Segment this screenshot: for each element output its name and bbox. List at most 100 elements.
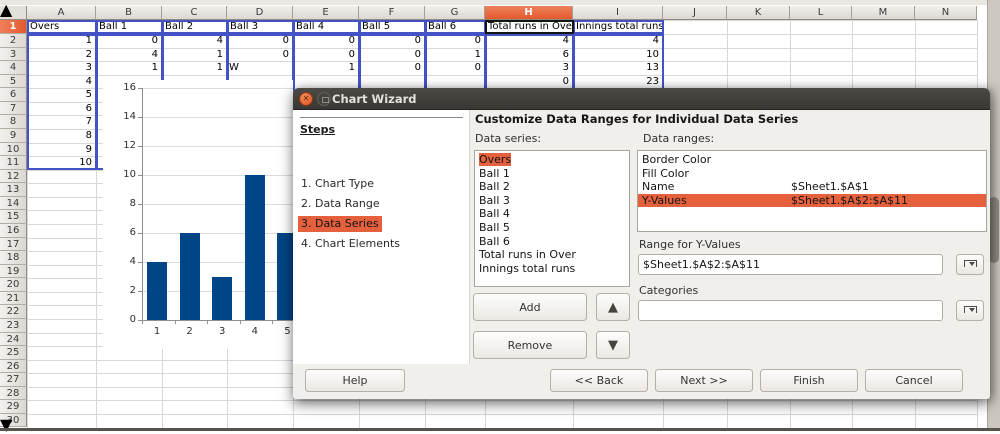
move-down-button[interactable]: ▼ [596,331,630,359]
data-ranges-listbox[interactable]: Border ColorFill ColorName$Sheet1.$A$1Y-… [637,150,987,232]
cell-D1[interactable]: Ball 3 [227,20,294,34]
cell-F2[interactable]: 0 [361,35,421,47]
series-item[interactable]: Ball 1 [475,167,629,181]
cell-H2[interactable]: 4 [487,35,569,47]
row-header-11[interactable]: 11 [0,156,27,170]
cell-A1[interactable]: Overs [27,20,97,34]
cell-H5[interactable]: 0 [487,76,569,88]
range-item[interactable]: Fill Color [638,167,986,181]
cell-E4[interactable]: 1 [295,62,355,74]
row-header-12[interactable]: 12 [0,170,27,184]
series-item[interactable]: Overs [475,153,629,167]
row-header-16[interactable]: 16 [0,224,27,238]
remove-button[interactable]: Remove [473,331,587,359]
row-header-5[interactable]: 5 [0,75,27,89]
cell-I5[interactable]: 23 [575,76,659,88]
row-header-24[interactable]: 24 [0,333,27,347]
cell-A11[interactable]: 10 [29,157,92,169]
series-item[interactable]: Ball 5 [475,221,629,235]
cell-C4[interactable]: 1 [164,62,223,74]
add-button[interactable]: Add [473,293,587,321]
row-header-1[interactable]: 1 [0,20,27,34]
cell-D3[interactable]: 0 [229,49,289,61]
row-header-25[interactable]: 25 [0,346,27,360]
row-header-20[interactable]: 20 [0,278,27,292]
row-header-14[interactable]: 14 [0,197,27,211]
cell-F1[interactable]: Ball 5 [359,20,426,34]
shrink-categories-button[interactable] [956,300,984,321]
series-item[interactable]: Total runs in Over [475,248,629,262]
row-header-23[interactable]: 23 [0,319,27,333]
scroll-up-button[interactable]: ▲ [0,0,12,19]
cell-C1[interactable]: Ball 2 [162,20,228,34]
cell-A2[interactable]: 1 [29,35,92,47]
cell-A7[interactable]: 6 [29,103,92,115]
window-menu-icon[interactable] [317,92,331,106]
cell-E2[interactable]: 0 [295,35,355,47]
row-header-7[interactable]: 7 [0,102,27,116]
cell-C2[interactable]: 4 [164,35,223,47]
data-series-listbox[interactable]: OversBall 1Ball 2Ball 3Ball 4Ball 5Ball … [474,150,630,287]
row-header-28[interactable]: 28 [0,387,27,401]
cell-B4[interactable]: 1 [98,62,158,74]
cell-I3[interactable]: 10 [575,49,659,61]
series-item[interactable]: Ball 2 [475,180,629,194]
series-item[interactable]: Ball 4 [475,207,629,221]
cell-I2[interactable]: 4 [575,35,659,47]
row-header-6[interactable]: 6 [0,88,27,102]
row-header-29[interactable]: 29 [0,400,27,414]
cell-A8[interactable]: 7 [29,116,92,128]
cancel-button[interactable]: Cancel [865,369,963,392]
column-header-N[interactable]: N [915,6,977,20]
cell-I1[interactable]: Innings total runs [573,20,664,34]
column-header-E[interactable]: E [293,6,359,20]
column-header-D[interactable]: D [227,6,293,20]
dialog-titlebar[interactable]: ✕ Chart Wizard [293,88,990,110]
row-header-17[interactable]: 17 [0,238,27,252]
cell-G3[interactable]: 1 [427,49,481,61]
help-button[interactable]: Help [305,369,405,392]
column-header-H[interactable]: H [485,6,573,20]
cell-A6[interactable]: 5 [29,89,92,101]
cell-E1[interactable]: Ball 4 [293,20,360,34]
series-item[interactable]: Ball 3 [475,194,629,208]
column-header-J[interactable]: J [663,6,727,20]
row-header-2[interactable]: 2 [0,34,27,48]
range-item[interactable]: Border Color [638,153,986,167]
close-icon[interactable]: ✕ [299,92,313,106]
cell-D2[interactable]: 0 [229,35,289,47]
cell-G1[interactable]: Ball 6 [425,20,486,34]
row-header-13[interactable]: 13 [0,183,27,197]
cell-A10[interactable]: 9 [29,144,92,156]
cell-G2[interactable]: 0 [427,35,481,47]
column-header-F[interactable]: F [359,6,425,20]
row-header-19[interactable]: 19 [0,265,27,279]
cell-A9[interactable]: 8 [29,130,92,142]
series-item[interactable]: Innings total runs [475,262,629,276]
row-header-26[interactable]: 26 [0,360,27,374]
column-header-M[interactable]: M [852,6,915,20]
cell-H4[interactable]: 3 [487,62,569,74]
cell-B1[interactable]: Ball 1 [96,20,163,34]
row-header-22[interactable]: 22 [0,305,27,319]
row-header-18[interactable]: 18 [0,251,27,265]
row-header-3[interactable]: 3 [0,48,27,62]
step-item-3[interactable]: 3. Data Series [298,216,382,232]
row-header-21[interactable]: 21 [0,292,27,306]
back-button[interactable]: << Back [550,369,648,392]
cell-C3[interactable]: 1 [164,49,223,61]
finish-button[interactable]: Finish [760,369,858,392]
row-header-10[interactable]: 10 [0,143,27,157]
categories-input[interactable] [638,300,943,321]
column-header-L[interactable]: L [790,6,852,20]
row-header-4[interactable]: 4 [0,61,27,75]
column-header-B[interactable]: B [96,6,162,20]
row-header-8[interactable]: 8 [0,115,27,129]
range-for-y-values-input[interactable] [638,254,943,275]
cell-E3[interactable]: 0 [295,49,355,61]
row-header-27[interactable]: 27 [0,373,27,387]
series-item[interactable]: Ball 6 [475,235,629,249]
range-item[interactable]: Y-Values$Sheet1.$A$2:$A$11 [638,194,986,208]
cell-A5[interactable]: 4 [29,76,92,88]
cell-A4[interactable]: 3 [29,62,92,74]
